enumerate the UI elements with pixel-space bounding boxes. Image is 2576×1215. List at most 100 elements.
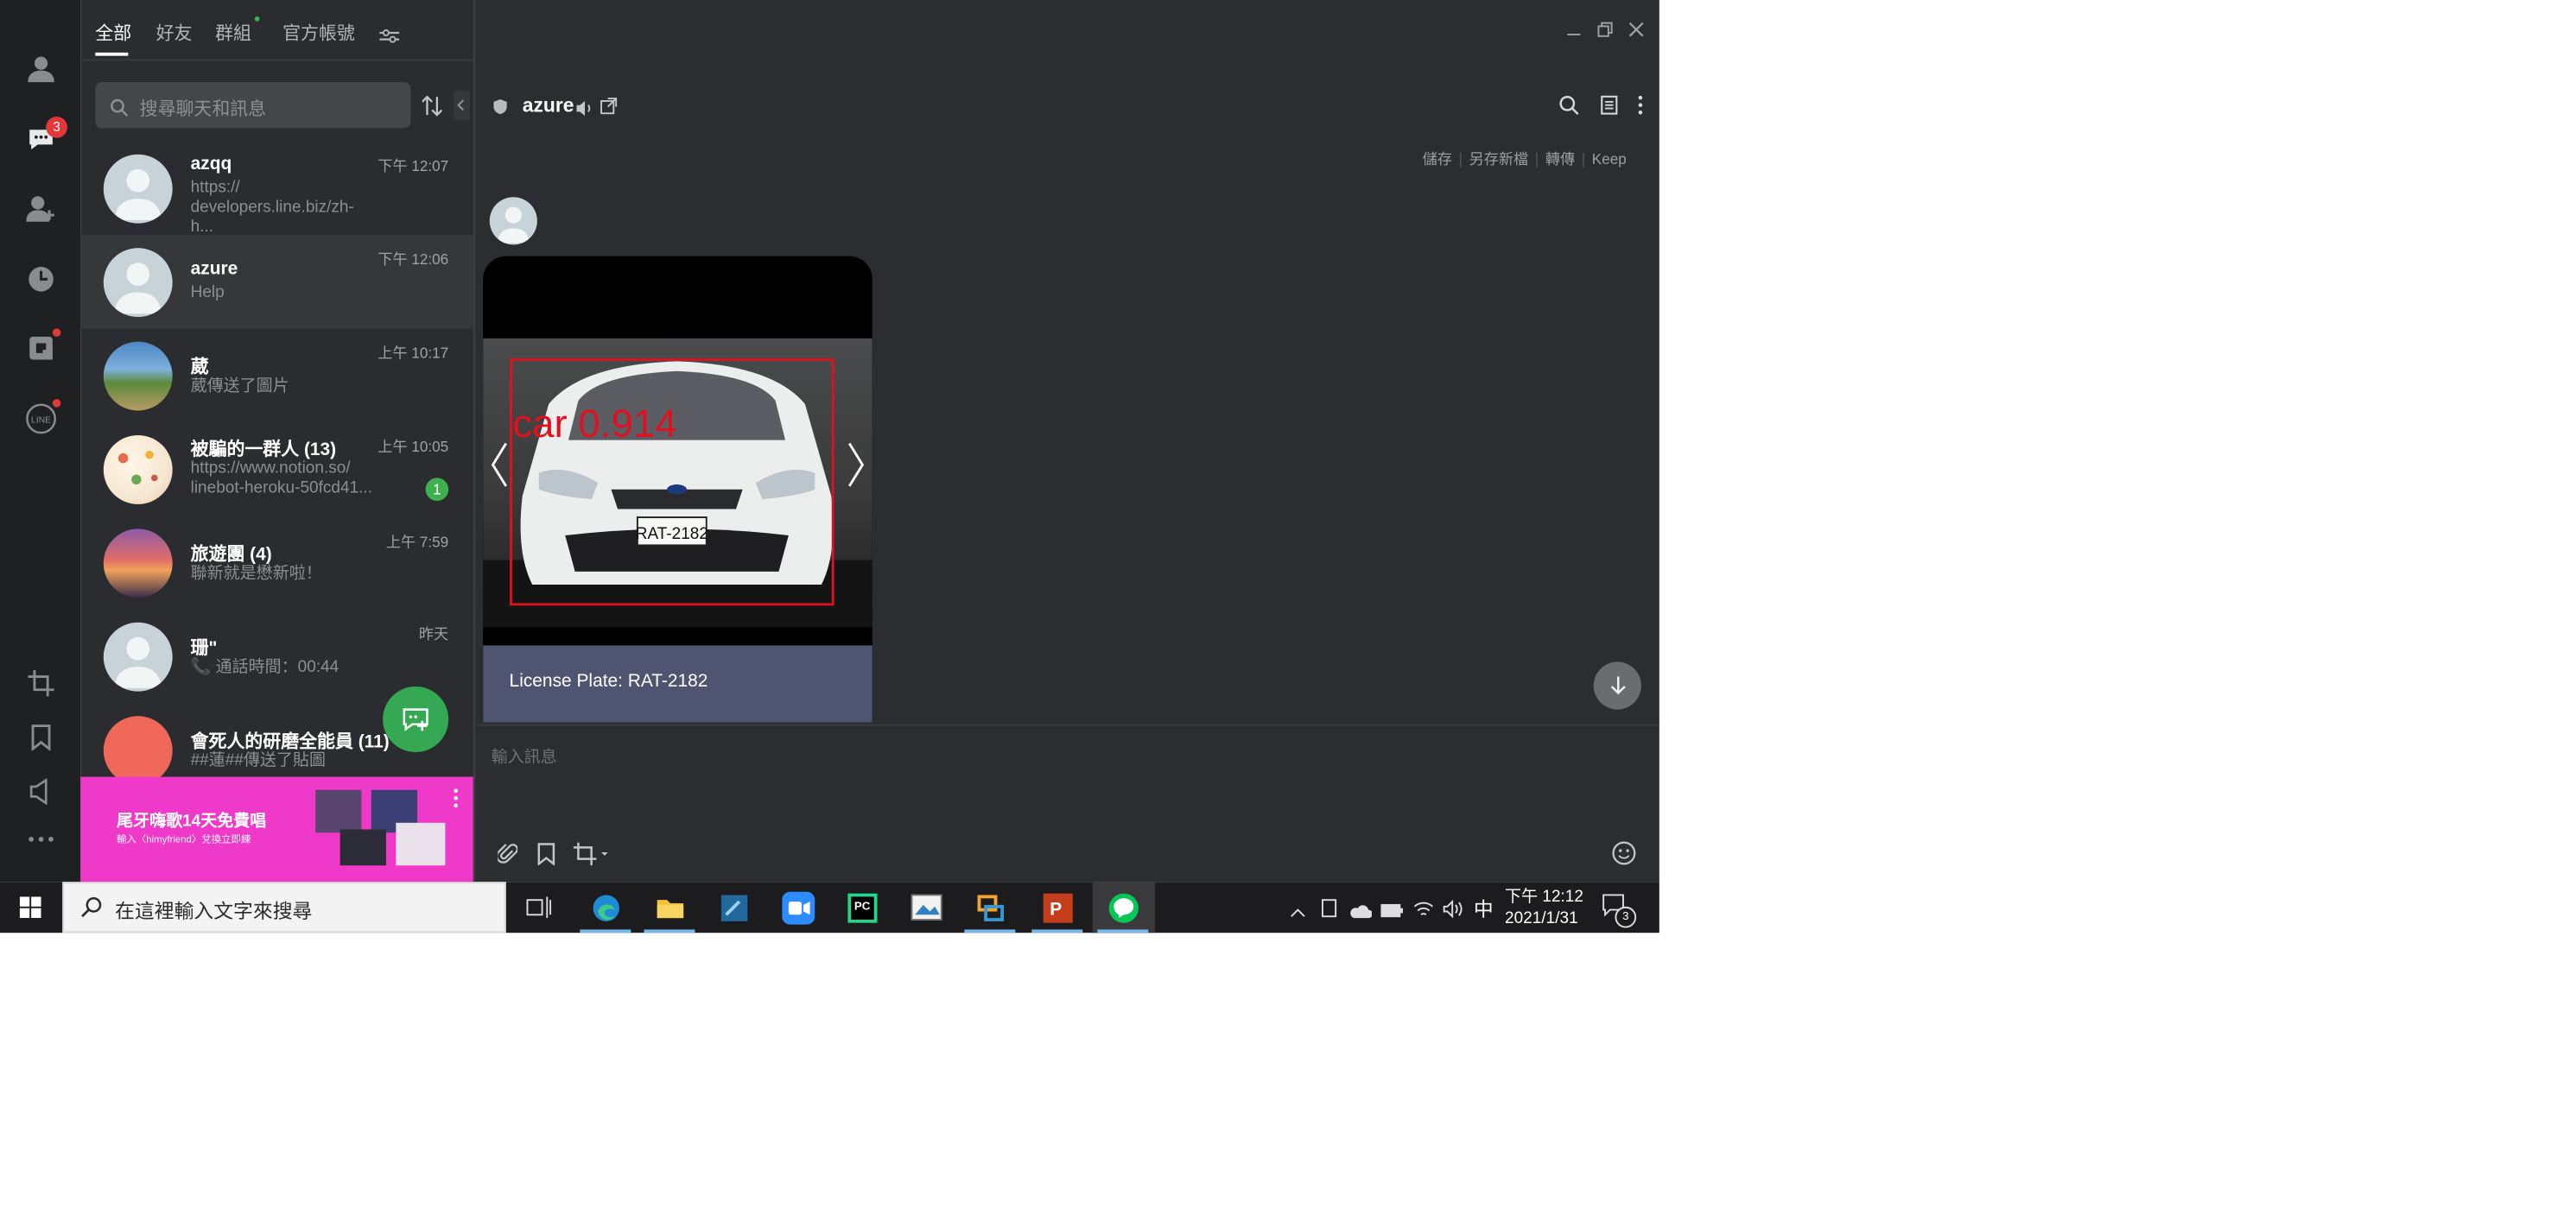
settings-app-icon[interactable]: [703, 882, 764, 933]
line-today-icon[interactable]: LINE: [20, 397, 62, 440]
emoji-icon[interactable]: [1612, 841, 1637, 874]
minimize-button[interactable]: [1565, 20, 1582, 43]
chat-row[interactable]: 被騙的一群人 (13) https://www.notion.so/ lineb…: [80, 422, 473, 516]
search-icon: [110, 95, 129, 124]
svg-text:LINE: LINE: [31, 416, 51, 426]
clock-date: 2021/1/31: [1505, 909, 1578, 928]
attachment-clip-icon[interactable]: [496, 843, 519, 874]
chat-name: 被騙的一群人 (13): [190, 440, 337, 460]
chat-time: 上午 10:05: [378, 438, 449, 455]
svg-text:PC: PC: [853, 899, 870, 912]
avatar-group-photo: [103, 528, 173, 598]
clock[interactable]: 下午 12:12 2021/1/31: [1505, 887, 1583, 929]
message-input[interactable]: 輸入訊息: [492, 743, 557, 767]
pycharm-app-icon[interactable]: PC: [831, 882, 891, 933]
message-composer: 輸入訊息: [474, 724, 1659, 883]
file-explorer-app-icon[interactable]: [639, 882, 700, 933]
tab-friends[interactable]: 好友: [156, 20, 193, 46]
chevron-up-icon[interactable]: [1290, 898, 1306, 927]
chat-time: 昨天: [418, 625, 449, 642]
line-app-icon[interactable]: [1092, 882, 1155, 933]
image-message[interactable]: RAT-2182 car 0.914 License Plate: RAT-21…: [483, 256, 872, 723]
announcement-speaker-icon[interactable]: [20, 770, 62, 813]
sort-icon[interactable]: [421, 95, 443, 124]
zoom-app-icon[interactable]: [767, 882, 828, 933]
profile-icon[interactable]: [20, 47, 62, 90]
keep-action[interactable]: Keep: [1592, 151, 1627, 168]
keep-bookmark-icon[interactable]: [20, 716, 62, 758]
forward-action[interactable]: 轉傳: [1545, 151, 1575, 168]
chats-icon[interactable]: 3: [20, 117, 67, 161]
screenshot-crop-icon[interactable]: [20, 661, 62, 704]
keep-bookmark-icon[interactable]: [537, 843, 555, 874]
more-menu-icon[interactable]: [1638, 93, 1643, 123]
tab-all[interactable]: 全部: [95, 20, 131, 46]
taskbar-search-placeholder: 在這裡輸入文字來搜尋: [115, 900, 313, 923]
search-icon[interactable]: [1559, 93, 1579, 123]
notes-icon[interactable]: [1600, 93, 1618, 123]
chat-preview: Help: [190, 284, 225, 302]
speaker-icon[interactable]: [575, 95, 593, 124]
close-button[interactable]: [1628, 20, 1645, 43]
taskbar-search-input[interactable]: 在這裡輸入文字來搜尋: [62, 882, 506, 933]
external-window-icon[interactable]: [600, 93, 618, 123]
chat-name: 旅遊團 (4): [190, 545, 272, 566]
tab-groups[interactable]: 群組: [215, 20, 251, 46]
avatar: [103, 248, 173, 318]
ad-menu-icon[interactable]: [454, 787, 459, 816]
chat-row-selected[interactable]: azure Help 下午 12:06: [80, 234, 473, 329]
chat-row[interactable]: 葳 葳傳送了圖片 上午 10:17: [80, 328, 473, 421]
save-as-action[interactable]: 另存新檔: [1469, 151, 1528, 168]
chevron-left-icon[interactable]: [490, 440, 510, 498]
screenshot-crop-icon[interactable]: [573, 842, 610, 874]
ad-banner[interactable]: 尾牙嗨歌14天免費唱 輸入〈himyfriend〉兌換立即練: [80, 776, 473, 883]
phone-link-icon[interactable]: [1321, 896, 1337, 926]
notification-count-badge: 3: [1615, 906, 1637, 928]
chat-preview: 葳傳送了圖片: [190, 377, 289, 396]
license-plate-text: RAT-2182: [636, 525, 708, 543]
edge-app-icon[interactable]: [575, 882, 636, 933]
save-action[interactable]: 儲存: [1423, 151, 1452, 168]
chat-preview: https:// developers.line.biz/zh-h...: [190, 179, 354, 237]
volume-icon[interactable]: [1443, 896, 1464, 926]
chat-list-panel: 全部 好友 群組 官方帳號 搜尋聊天和訊息 azqq https:// deve…: [80, 0, 475, 883]
avatar: [103, 154, 173, 224]
chat-name: 珊": [190, 638, 218, 659]
restore-button[interactable]: [1597, 20, 1614, 43]
history-clock-icon[interactable]: [20, 258, 62, 301]
chat-row[interactable]: azqq https:// developers.line.biz/zh-h..…: [80, 142, 473, 237]
sender-avatar[interactable]: [489, 197, 537, 245]
remote-desktop-app-icon[interactable]: [960, 882, 1020, 933]
chat-time: 下午 12:07: [378, 157, 449, 174]
wifi-icon[interactable]: [1413, 896, 1435, 926]
add-friend-icon[interactable]: [20, 187, 62, 230]
chat-room: azure 儲存 | 另存新檔 | 轉傳 | Keep RAT-2182 car…: [474, 0, 1659, 883]
notification-center-icon[interactable]: 3: [1602, 894, 1637, 928]
ad-photo-collage: [315, 789, 447, 869]
windows-start-icon[interactable]: [19, 896, 41, 926]
chat-row[interactable]: 旅遊團 (4) 聯新就是懋新啦！ 上午 7:59: [80, 516, 473, 609]
shield-icon: [493, 93, 508, 123]
tab-official-accounts[interactable]: 官方帳號: [282, 20, 355, 46]
openchat-icon[interactable]: [20, 326, 62, 369]
ime-indicator[interactable]: 中: [1474, 895, 1494, 922]
chevron-right-icon[interactable]: [846, 440, 866, 498]
powerpoint-app-icon[interactable]: P: [1027, 882, 1088, 933]
collapse-panel-button[interactable]: [453, 90, 470, 120]
new-chat-fab[interactable]: [383, 686, 449, 753]
search-placeholder: 搜尋聊天和訊息: [139, 100, 267, 120]
message-actions: 儲存 | 另存新檔 | 轉傳 | Keep: [1422, 150, 1627, 168]
avatar: [103, 622, 173, 692]
battery-icon[interactable]: [1380, 896, 1404, 926]
filter-settings-icon[interactable]: [379, 23, 400, 53]
scroll-to-bottom-button[interactable]: [1593, 661, 1641, 710]
avatar-landscape-photo: [103, 341, 173, 411]
chat-title: azure: [522, 93, 574, 117]
image-viewer-app-icon[interactable]: [895, 882, 955, 933]
chat-time: 上午 7:59: [385, 534, 449, 551]
task-view-icon[interactable]: [526, 896, 552, 926]
search-input[interactable]: 搜尋聊天和訊息: [95, 82, 411, 129]
avatar: [103, 716, 173, 786]
more-dots-icon[interactable]: [20, 818, 62, 860]
onedrive-cloud-icon[interactable]: [1348, 898, 1373, 927]
